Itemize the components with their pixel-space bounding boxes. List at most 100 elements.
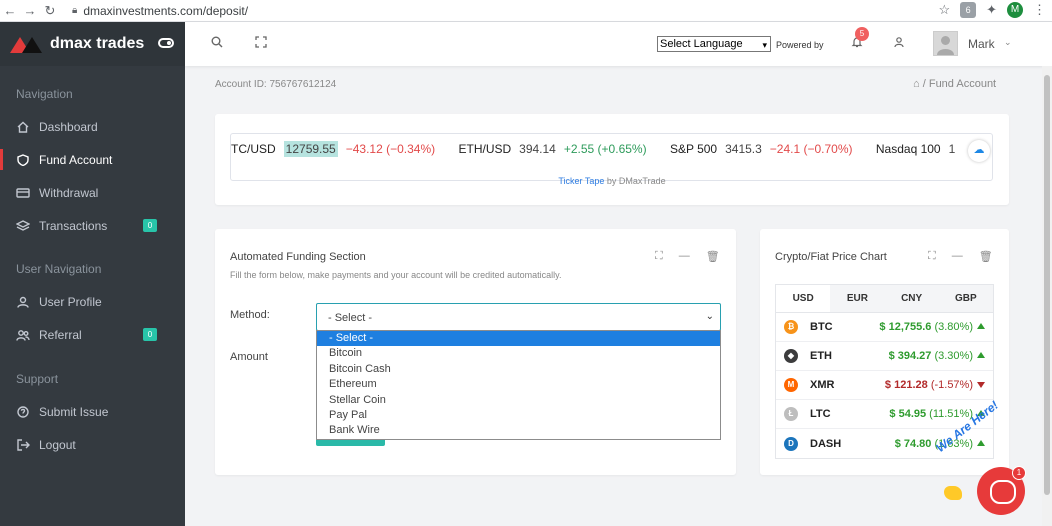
amount-label: Amount [230,351,268,363]
ticker-symbol: S&P 500 [669,142,718,156]
coin-change: (-1.57%) [930,379,973,391]
search-icon[interactable] [211,36,223,51]
trash-icon[interactable]: 🗑︎ [979,250,993,263]
coin-ticker: DASH [810,437,842,450]
avatar[interactable] [933,31,958,56]
sidebar-item-user-profile[interactable]: User Profile [0,285,185,318]
sidebar-item-label: User Profile [39,294,102,309]
ticker-item[interactable]: ETH/USD 394.14 +2.55 (+0.65%) [458,142,646,156]
submit-button[interactable] [316,440,385,446]
trash-icon[interactable]: 🗑︎ [706,250,720,263]
ticker-item[interactable]: TC/USD 12759.55 −43.12 (−0.34%) [231,141,436,157]
fullscreen-icon[interactable] [255,36,267,51]
sidebar: dmax trades Navigation Dashboard Fund Ac… [0,22,185,526]
language-select[interactable]: Select Language ▾ [657,36,771,52]
price-row[interactable]: ◆ ETH $ 394.27 (3.30%) [776,342,993,371]
card-subtitle: Fill the form below, make payments and y… [230,270,562,280]
tab-usd[interactable]: USD [776,285,831,312]
account-id: Account ID: 756767612124 [215,79,337,90]
scrollbar[interactable] [1042,66,1052,526]
arrow-up-icon [977,439,985,446]
card-title: Crypto/Fiat Price Chart [775,251,887,263]
sidebar-item-transactions[interactable]: Transactions 0 [0,209,185,242]
home-icon[interactable]: ⌂ [913,78,920,90]
sidebar-toggle-icon[interactable] [158,38,174,48]
powered-by-label: Powered by [776,40,824,50]
ticker-item[interactable]: Nasdaq 100 1 [876,142,955,156]
dropdown-option[interactable]: - Select - [317,331,720,347]
top-header: Select Language ▾ Powered by 5 Mark ⌄ [185,22,1052,66]
chevron-down-icon[interactable]: ⌄ [1004,37,1012,48]
arrow-up-icon [977,352,985,358]
eth-coin-icon: ◆ [784,349,798,363]
sidebar-item-logout[interactable]: Logout [0,428,185,461]
users-icon [16,329,30,341]
tab-gbp[interactable]: GBP [939,285,993,312]
user-icon[interactable] [893,36,905,51]
coin-change: (3.30%) [934,350,973,362]
back-icon[interactable]: ← [0,3,20,18]
extension-icon[interactable]: 6 [960,2,977,18]
tab-cny[interactable]: CNY [885,285,939,312]
minimize-icon[interactable]: — [679,250,690,263]
language-select-value: Select Language [660,38,743,50]
card-icon [16,187,30,199]
ticker-change: −43.12 (−0.34%) [345,142,436,156]
user-name[interactable]: Mark [968,37,995,51]
sidebar-item-referral[interactable]: Referral 0 [0,318,185,351]
tab-eur[interactable]: EUR [830,285,884,312]
dropdown-option[interactable]: Bitcoin Cash [317,362,720,377]
chevron-down-icon: ⌄ [705,311,714,322]
sidebar-item-label: Dashboard [39,119,98,134]
ticker-tape-link[interactable]: Ticker Tape [558,176,604,186]
coin-price-value: $ 12,755.6 [879,321,932,333]
lock-icon[interactable]: 🔒︎ [72,5,77,16]
method-label: Method: [230,309,270,321]
forward-icon[interactable]: → [20,3,40,18]
coin-ticker: LTC [810,408,831,420]
address-bar[interactable]: dmaxinvestments.com/deposit/ [83,4,248,18]
dropdown-option[interactable]: Bank Wire [317,423,720,438]
breadcrumb-current: Fund Account [928,78,997,90]
ticker-tape[interactable]: TC/USD 12759.55 −43.12 (−0.34%) ETH/USD 394… [230,133,993,181]
ticker-price: 394.14 [519,142,556,156]
scrollbar-thumb[interactable] [1044,75,1050,495]
dropdown-option[interactable]: Pay Pal [317,408,720,423]
sidebar-item-label: Referral [39,327,82,342]
bookmark-star-icon[interactable]: ☆ [938,2,950,18]
sidebar-item-submit-issue[interactable]: Submit Issue [0,395,185,428]
price-chart-card: Crypto/Fiat Price Chart ⛶ — 🗑︎ USD EUR C… [760,229,1009,475]
reload-icon[interactable]: ↻ [40,3,60,19]
notification-badge: 5 [855,27,869,41]
expand-icon[interactable]: ⛶ [928,250,936,263]
dropdown-option[interactable]: Ethereum [317,377,720,392]
sidebar-item-dashboard[interactable]: Dashboard [0,110,185,143]
brand[interactable]: dmax trades [0,22,185,66]
ticker-symbol: TC/USD [231,142,276,156]
price-row[interactable]: M XMR $ 121.28 (-1.57%) [776,371,993,400]
ticker-item[interactable]: S&P 500 3415.3 −24.1 (−0.70%) [670,142,853,156]
sidebar-item-fund-account[interactable]: Fund Account [0,143,185,176]
sidebar-item-label: Logout [39,437,76,452]
dropdown-option[interactable]: Stellar Coin [317,393,720,408]
arrow-up-icon [977,323,985,329]
method-dropdown[interactable]: - Select - Bitcoin Bitcoin Cash Ethereum… [316,330,721,440]
puzzle-icon[interactable]: ✦ [986,2,997,18]
sidebar-item-label: Submit Issue [39,404,109,419]
sidebar-item-withdrawal[interactable]: Withdrawal [0,176,185,209]
profile-avatar[interactable]: M [1007,2,1023,18]
sidebar-item-label: Withdrawal [39,185,99,200]
price-row[interactable]: ₿ BTC $ 12,755.6 (3.80%) [776,313,993,342]
dropdown-option[interactable]: Bitcoin [317,346,720,361]
expand-icon[interactable]: ⛶ [655,250,663,263]
browser-menu-icon[interactable]: ⋮ [1033,2,1046,18]
referral-badge: 0 [143,328,157,341]
arrow-down-icon [977,382,985,388]
cloud-icon[interactable]: ☁ [968,140,990,162]
shield-icon [16,153,30,166]
minimize-icon[interactable]: — [952,250,963,263]
method-select[interactable]: - Select - ⌄ [316,303,721,331]
ticker-row: TC/USD 12759.55 −43.12 (−0.34%) ETH/USD 394… [231,141,975,157]
coin-price-value: $ 121.28 [884,379,928,391]
ticker-card: TC/USD 12759.55 −43.12 (−0.34%) ETH/USD 394… [215,114,1009,205]
